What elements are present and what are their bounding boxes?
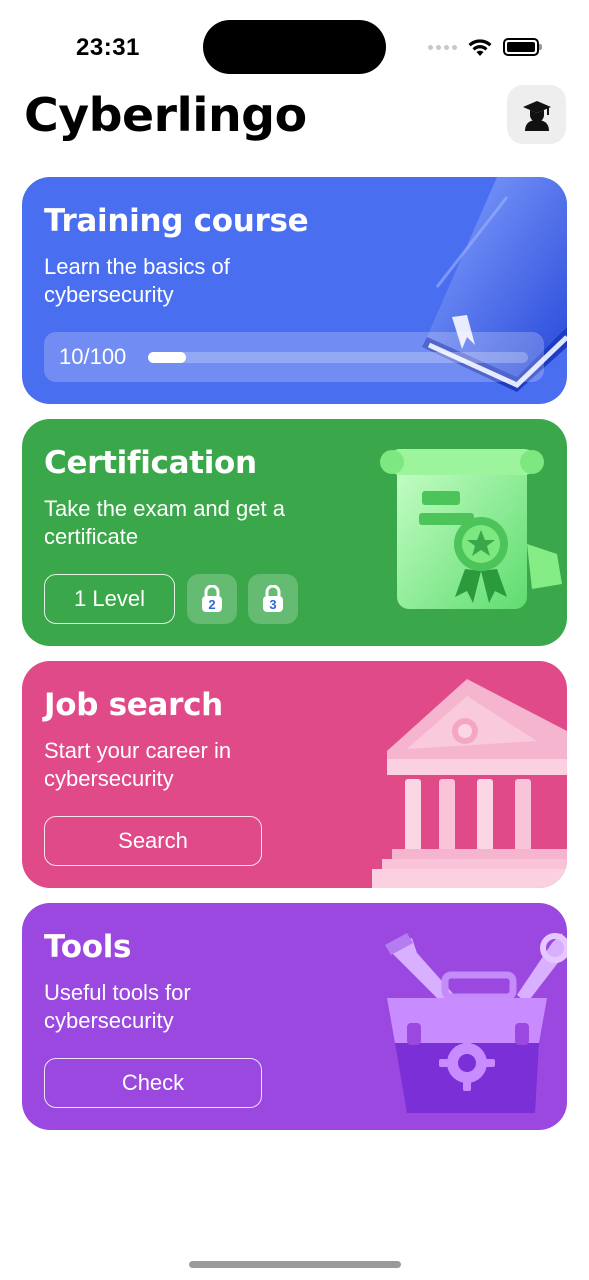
- battery-icon: [503, 38, 542, 56]
- search-button[interactable]: Search: [44, 816, 262, 866]
- tools-card[interactable]: Tools Useful tools for cybersecurity Che…: [22, 903, 567, 1130]
- profile-button[interactable]: [507, 85, 566, 144]
- card-description: Start your career in cybersecurity: [44, 738, 232, 791]
- dynamic-island: [203, 20, 386, 74]
- training-course-card[interactable]: Training course Learn the basics of cybe…: [22, 177, 567, 404]
- card-description: Useful tools for cybersecurity: [44, 980, 191, 1033]
- card-title: Training course: [44, 203, 309, 239]
- building-icon: [372, 679, 567, 888]
- card-description: Learn the basics of cybersecurity: [44, 254, 230, 307]
- toolbox-icon: [385, 933, 567, 1113]
- locked-level-2-button[interactable]: 2: [187, 574, 237, 624]
- cellular-signal-icon: [428, 44, 457, 50]
- student-graduation-cap-icon: [522, 100, 551, 131]
- card-title: Certification: [44, 445, 257, 481]
- status-time: 23:31: [76, 34, 140, 61]
- progress-text: 10/100: [59, 344, 127, 369]
- status-icons: [428, 36, 542, 58]
- lock-level-number: 2: [208, 597, 215, 612]
- lock-icon: 2: [202, 585, 222, 612]
- progress-fill: [148, 352, 186, 363]
- wifi-icon: [468, 39, 492, 56]
- card-title: Tools: [44, 929, 132, 965]
- check-button[interactable]: Check: [44, 1058, 262, 1108]
- level-1-button[interactable]: 1 Level: [44, 574, 175, 624]
- lock-level-number: 3: [269, 597, 276, 612]
- card-description: Take the exam and get a certificate: [44, 496, 285, 549]
- progress-bar: [148, 352, 528, 363]
- lock-icon: 3: [263, 585, 283, 612]
- locked-level-3-button[interactable]: 3: [248, 574, 298, 624]
- job-search-card[interactable]: Job search Start your career in cybersec…: [22, 661, 567, 888]
- card-title: Job search: [44, 687, 223, 723]
- home-indicator[interactable]: [189, 1261, 401, 1268]
- app-title: Cyberlingo: [24, 88, 307, 142]
- certification-card[interactable]: Certification Take the exam and get a ce…: [22, 419, 567, 646]
- status-bar: 23:31: [0, 0, 589, 80]
- progress-pill: 10/100: [44, 332, 544, 382]
- certificate-scroll-icon: [380, 449, 562, 609]
